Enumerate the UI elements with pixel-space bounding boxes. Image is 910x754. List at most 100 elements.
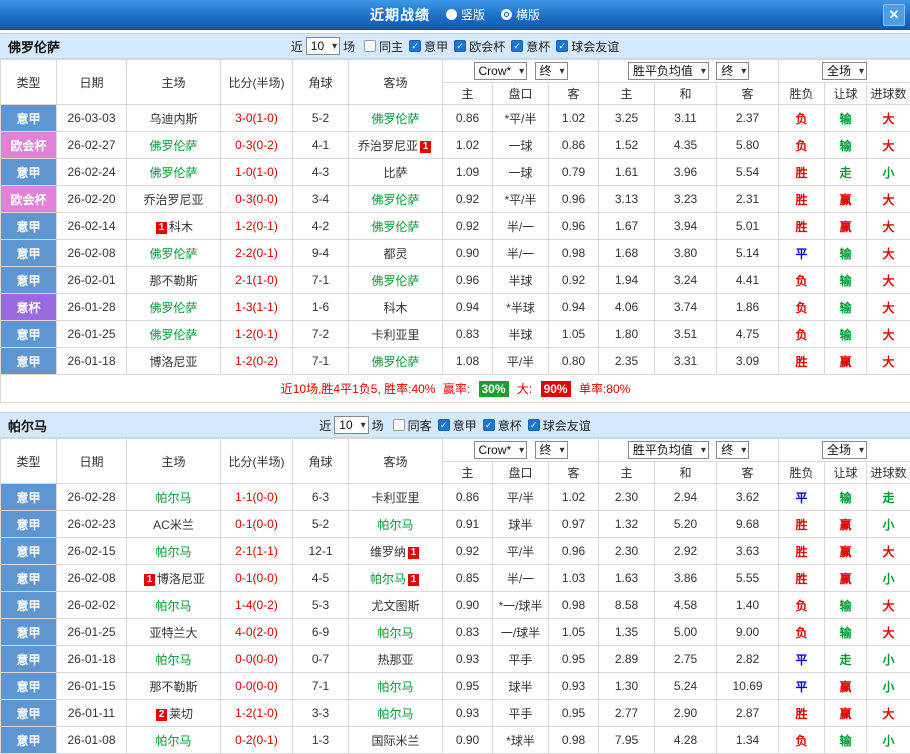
home-team: 那不勒斯	[127, 673, 221, 700]
bookmaker-select[interactable]: Crow*	[474, 441, 528, 459]
match-row: 意甲26-02-081博洛尼亚0-1(0-0)4-5帕尔马10.85半/一1.0…	[1, 565, 910, 592]
ah-away-odds: 0.98	[549, 240, 599, 267]
wdl-result: 胜	[779, 565, 825, 592]
europe-avg-select[interactable]: 胜平负均值	[628, 62, 709, 80]
handicap-result: 赢	[825, 186, 867, 213]
ah-away-odds: 1.02	[549, 484, 599, 511]
eu-away-odds: 3.09	[717, 348, 779, 375]
col-header-goals: 进球数	[867, 83, 910, 105]
ah-away-odds: 0.80	[549, 348, 599, 375]
score: 1-3(1-1)	[221, 294, 293, 321]
col-header-corners: 角球	[293, 60, 349, 105]
handicap-result: 输	[825, 267, 867, 294]
corners: 5-2	[293, 105, 349, 132]
recent-count-select[interactable]: 10	[306, 37, 340, 55]
away-team: 佛罗伦萨	[349, 186, 443, 213]
wdl-result: 负	[779, 294, 825, 321]
home-team: 乌迪内斯	[127, 105, 221, 132]
home-team: 那不勒斯	[127, 267, 221, 294]
filter-option[interactable]: ✓球会友谊	[528, 417, 591, 434]
checkbox-icon[interactable]	[393, 419, 405, 431]
europe-time-select[interactable]: 终	[716, 62, 749, 80]
filter-option[interactable]: ✓意甲	[409, 38, 448, 55]
match-date: 26-02-02	[57, 592, 127, 619]
checkbox-icon[interactable]: ✓	[438, 419, 450, 431]
wdl-result: 负	[779, 619, 825, 646]
corners: 5-3	[293, 592, 349, 619]
match-row: 意甲26-02-24佛罗伦萨1-0(1-0)4-3比萨1.09一球0.791.6…	[1, 159, 910, 186]
league-badge: 意甲	[1, 646, 57, 673]
away-team: 尤文图斯	[349, 592, 443, 619]
wdl-result: 平	[779, 646, 825, 673]
filter-label: 意杯	[498, 417, 522, 434]
col-header-ah-line: 盘口	[493, 462, 549, 484]
ah-time-select[interactable]: 终	[535, 441, 568, 459]
league-badge: 意甲	[1, 213, 57, 240]
ah-line: 球半	[493, 673, 549, 700]
score: 4-0(2-0)	[221, 619, 293, 646]
radio-vertical-layout[interactable]: 竖版	[446, 6, 485, 23]
home-team-name: 帕尔马	[155, 491, 191, 505]
ah-home-odds: 0.93	[443, 700, 493, 727]
filter-option[interactable]: ✓意甲	[438, 417, 477, 434]
ah-home-odds: 1.09	[443, 159, 493, 186]
filter-option[interactable]: ✓意杯	[483, 417, 522, 434]
filter-option[interactable]: ✓意杯	[511, 38, 550, 55]
checkbox-icon[interactable]: ✓	[483, 419, 495, 431]
checkbox-icon[interactable]: ✓	[409, 40, 421, 52]
match-row: 意甲26-01-112莱切1-2(1-0)3-3帕尔马0.93平手0.952.7…	[1, 700, 910, 727]
corners: 6-9	[293, 619, 349, 646]
filter-option[interactable]: 同客	[393, 417, 432, 434]
away-team: 卡利亚里	[349, 484, 443, 511]
scope-select[interactable]: 全场	[822, 441, 867, 459]
home-team-name: 亚特兰大	[149, 626, 197, 640]
score: 0-3(0-0)	[221, 186, 293, 213]
red-card-badge: 1	[408, 574, 419, 586]
match-date: 26-02-14	[57, 213, 127, 240]
ah-line: 一球	[493, 159, 549, 186]
eu-draw-odds: 5.00	[655, 619, 717, 646]
europe-avg-select[interactable]: 胜平负均值	[628, 441, 709, 459]
ah-time-select[interactable]: 终	[535, 62, 568, 80]
radio-horizontal-layout[interactable]: 横版	[501, 6, 540, 23]
score: 0-0(0-0)	[221, 646, 293, 673]
checkbox-icon[interactable]: ✓	[454, 40, 466, 52]
home-team-name: 佛罗伦萨	[149, 166, 197, 180]
away-team-name: 卡利亚里	[371, 328, 419, 342]
corners: 7-2	[293, 321, 349, 348]
score: 2-2(0-1)	[221, 240, 293, 267]
ah-away-odds: 0.94	[549, 294, 599, 321]
away-team-name: 佛罗伦萨	[371, 220, 419, 234]
ah-away-odds: 0.86	[549, 132, 599, 159]
home-team-name: 佛罗伦萨	[149, 301, 197, 315]
close-icon[interactable]: ✕	[883, 4, 905, 26]
europe-time-select[interactable]: 终	[716, 441, 749, 459]
home-team-name: 乔治罗尼亚	[143, 193, 203, 207]
eu-draw-odds: 3.74	[655, 294, 717, 321]
match-date: 26-02-23	[57, 511, 127, 538]
bookmaker-select[interactable]: Crow*	[474, 62, 528, 80]
radio-horizontal-label: 横版	[516, 6, 540, 23]
ah-odds-header: Crow* 终	[443, 60, 599, 83]
away-team: 都灵	[349, 240, 443, 267]
scope-select[interactable]: 全场	[822, 62, 867, 80]
ah-away-odds: 0.93	[549, 673, 599, 700]
col-header-result: 胜负	[779, 462, 825, 484]
away-team-name: 帕尔马	[377, 518, 413, 532]
eu-draw-odds: 2.92	[655, 538, 717, 565]
filter-option[interactable]: ✓欧会杯	[454, 38, 505, 55]
away-team: 佛罗伦萨	[349, 348, 443, 375]
eu-draw-odds: 5.20	[655, 511, 717, 538]
checkbox-icon[interactable]: ✓	[556, 40, 568, 52]
handicap-result: 赢	[825, 511, 867, 538]
recent-count-select[interactable]: 10	[334, 416, 368, 434]
eu-home-odds: 2.77	[599, 700, 655, 727]
odd-rate-label: 单率:80%	[579, 382, 630, 396]
filter-option[interactable]: ✓球会友谊	[556, 38, 619, 55]
filter-option[interactable]: 同主	[364, 38, 403, 55]
checkbox-icon[interactable]: ✓	[528, 419, 540, 431]
checkbox-icon[interactable]: ✓	[511, 40, 523, 52]
checkbox-icon[interactable]	[364, 40, 376, 52]
filter-bar: 近 10 场 同客✓意甲✓意杯✓球会友谊	[319, 416, 590, 434]
goals-result: 小	[867, 565, 910, 592]
